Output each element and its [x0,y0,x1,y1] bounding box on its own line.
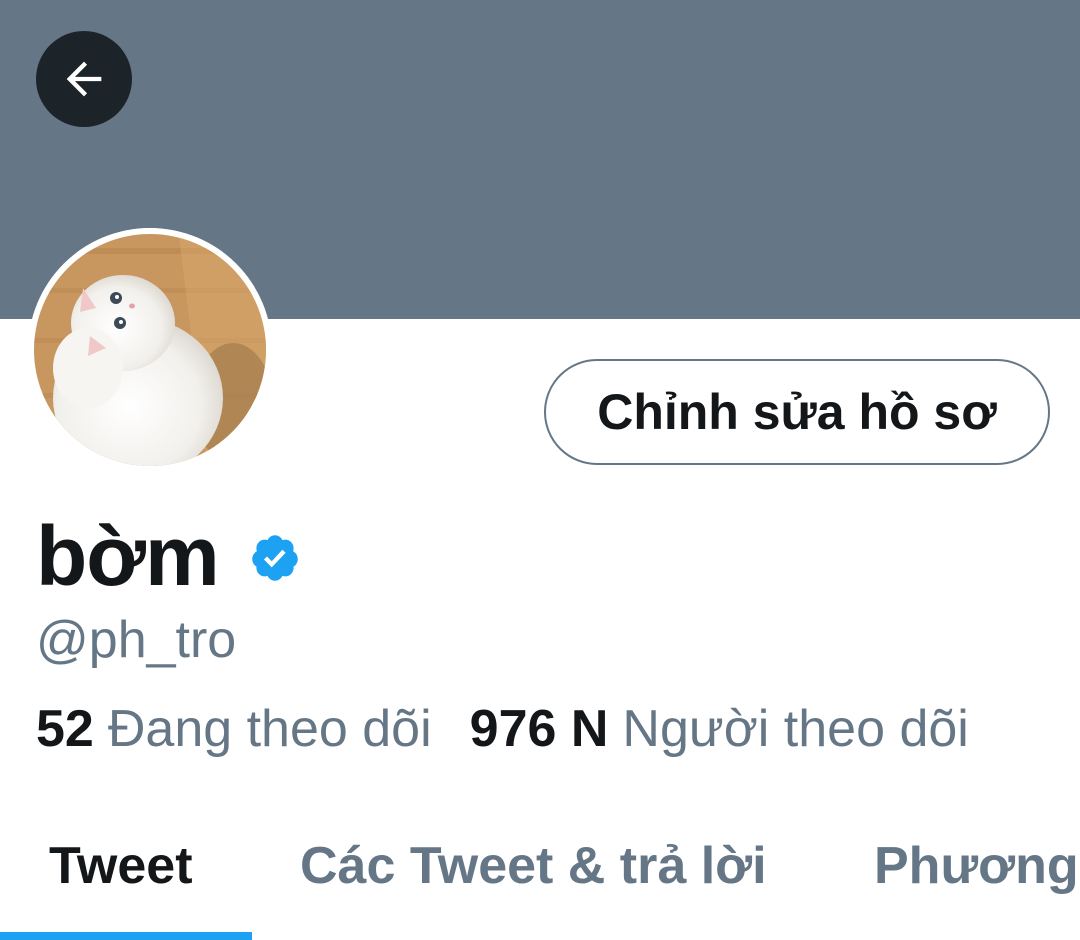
followers-stat[interactable]: 976 N Người theo dõi [470,699,969,759]
avatar[interactable] [28,228,272,472]
following-label: Đang theo dõi [107,700,432,758]
back-button[interactable] [36,31,132,127]
following-stat[interactable]: 52 Đang theo dõi [36,699,432,759]
following-count: 52 [36,700,94,758]
active-tab-indicator [0,932,252,940]
tab-media[interactable]: Phương [874,836,1079,896]
profile-page: Chỉnh sửa hồ sơ bờm @ph_tro 52 Đang theo… [0,0,1080,940]
followers-label: Người theo dõi [622,700,969,758]
name-row: bờm [36,506,301,606]
followers-count: 976 N [469,700,609,758]
tab-tweets[interactable]: Tweet [49,836,193,896]
verified-badge-icon [251,535,298,581]
follow-stats: 52 Đang theo dõi 976 N Người theo dõi [36,694,969,764]
profile-tabs: Tweet Các Tweet & trả lời Phương [0,800,1080,940]
display-name: bờm [36,508,220,603]
avatar-image [28,228,272,472]
tab-tweets-and-replies[interactable]: Các Tweet & trả lời [300,836,767,896]
edit-profile-button[interactable]: Chỉnh sửa hồ sơ [544,359,1050,465]
arrow-left-icon [66,61,102,97]
user-handle: @ph_tro [36,611,237,669]
